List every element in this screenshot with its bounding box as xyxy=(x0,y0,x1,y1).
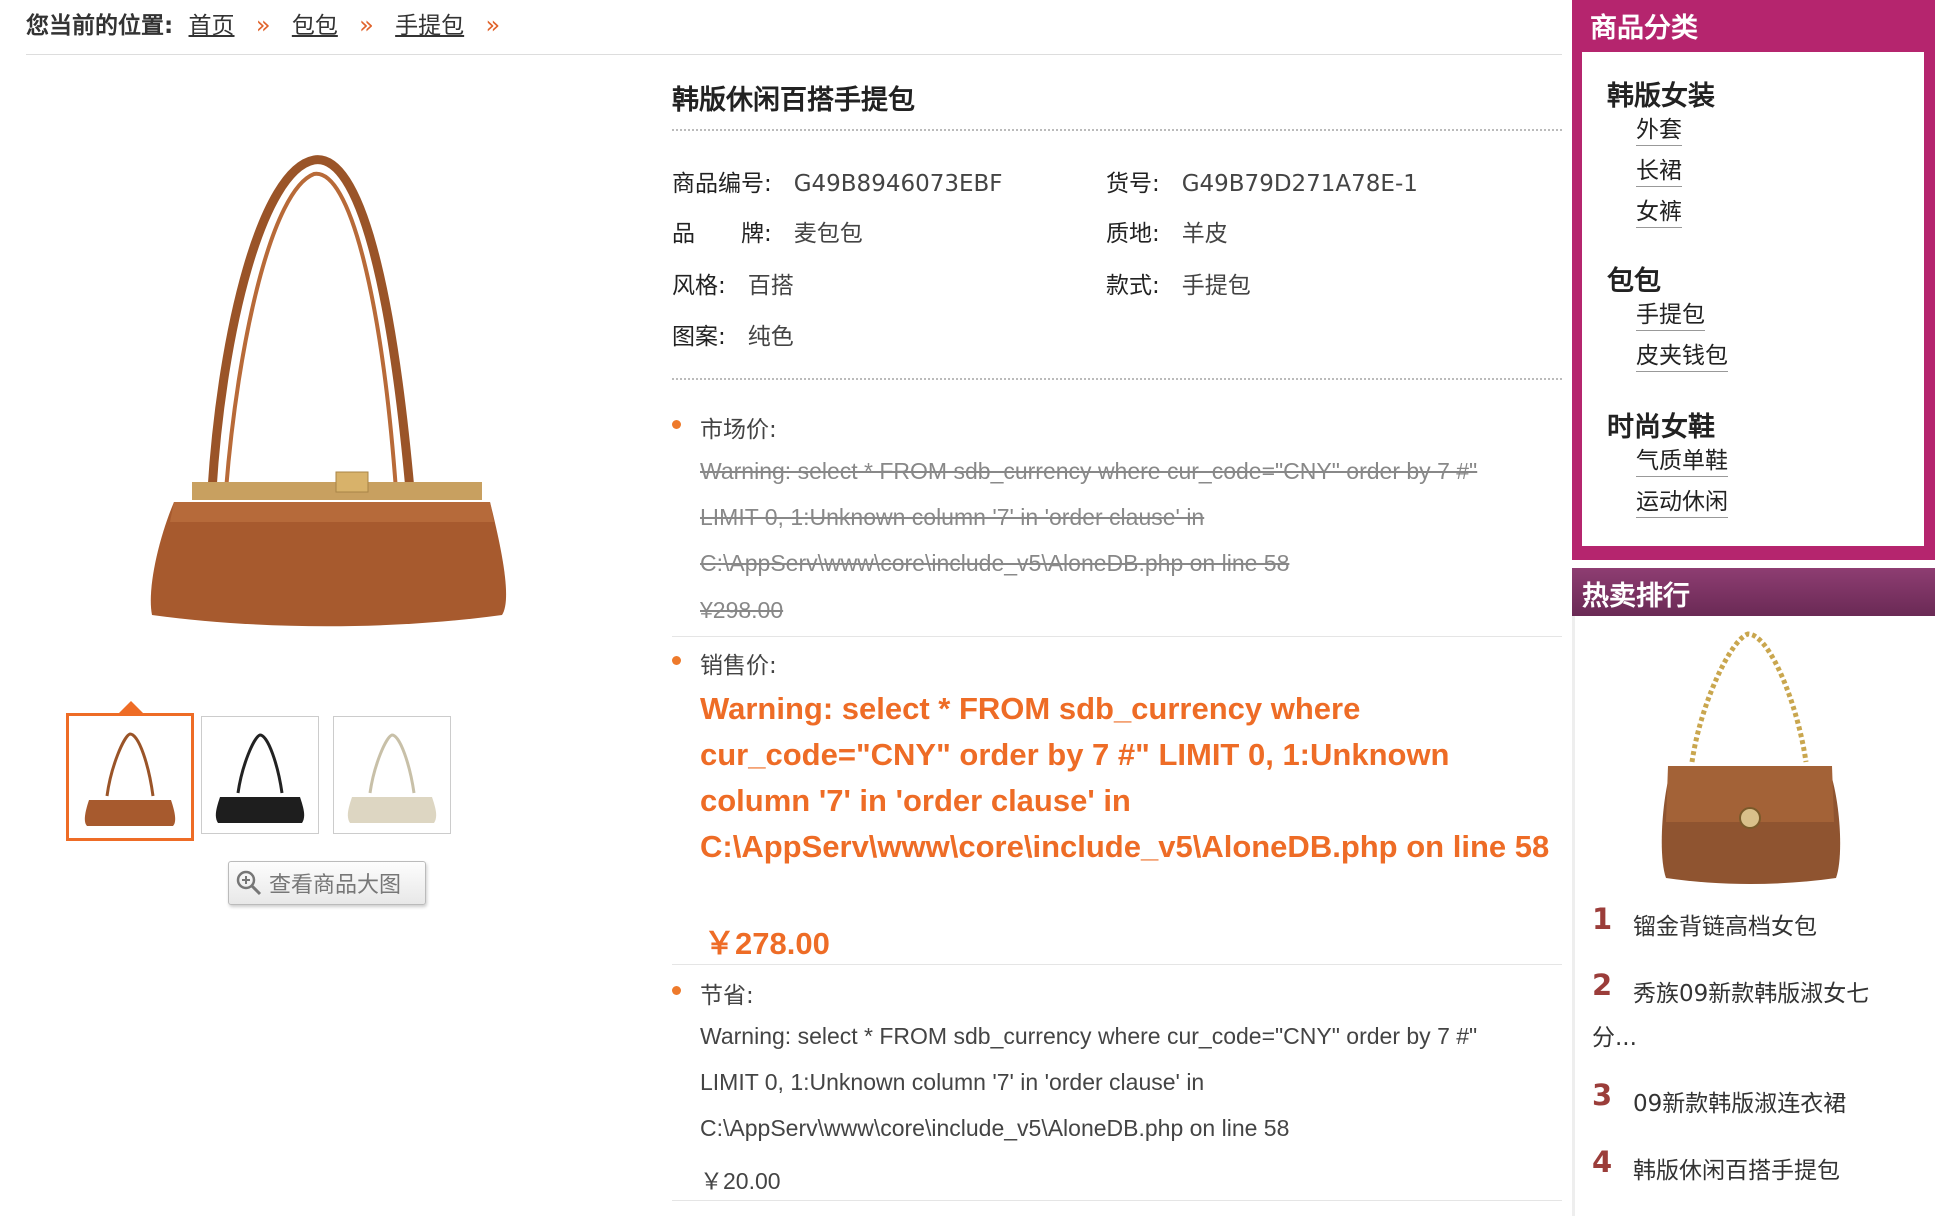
hot-rank-number: 1 xyxy=(1592,902,1613,936)
view-large-image-label: 查看商品大图 xyxy=(269,873,402,898)
category-item-coat[interactable]: 外套 xyxy=(1636,115,1682,146)
attr-label: 商品编号: xyxy=(672,171,772,197)
attr-label: 质地: xyxy=(1106,221,1160,247)
category-group-shoes[interactable]: 时尚女鞋 xyxy=(1607,405,1715,444)
breadcrumb-handbag-link[interactable]: 手提包 xyxy=(395,13,464,39)
savings-label: 节省: xyxy=(700,983,754,1009)
attr-sku: 货号: G49B79D271A78E-1 xyxy=(1106,164,1418,198)
sale-price-value: ￥278.00 xyxy=(704,926,830,961)
category-group-womens-clothing[interactable]: 韩版女装 xyxy=(1607,74,1715,113)
hot-rank-number: 4 xyxy=(1592,1145,1613,1179)
hot-rank-number: 2 xyxy=(1592,968,1613,1002)
breadcrumb-separator: » xyxy=(485,11,501,39)
sale-price-label: 销售价: xyxy=(700,653,777,679)
breadcrumb-separator: » xyxy=(359,11,374,39)
breadcrumb: 您当前的位置: 首页 » 包包 » 手提包 » xyxy=(26,6,506,40)
breadcrumb-home-link[interactable]: 首页 xyxy=(189,13,235,39)
breadcrumb-divider xyxy=(26,54,1562,55)
hot-item-link[interactable]: 镏金背链高档女包 xyxy=(1633,907,1817,941)
hot-item-link-cont[interactable]: 分... xyxy=(1592,1018,1637,1052)
price-divider xyxy=(672,636,1562,637)
attr-value: 羊皮 xyxy=(1181,221,1228,247)
warning-line: LIMIT 0, 1:Unknown column '7' in 'order … xyxy=(700,1069,1205,1095)
attr-value: 纯色 xyxy=(747,324,794,350)
price-divider xyxy=(672,1200,1562,1201)
market-price-label: 市场价: xyxy=(700,417,777,443)
attr-value: 手提包 xyxy=(1181,273,1251,299)
hot-item-image[interactable] xyxy=(1630,626,1870,890)
category-panel-title: 商品分类 xyxy=(1590,13,1698,44)
thumbnail-cream-image xyxy=(347,733,437,823)
attr-brand: 品 牌: 麦包包 xyxy=(672,214,863,248)
thumbnail-black-image xyxy=(215,733,305,823)
hot-sales-title: 热卖排行 xyxy=(1582,581,1690,612)
warning-line: C:\AppServ\www\core\include_v5\AloneDB.p… xyxy=(700,1115,1290,1141)
category-item-casual-shoes[interactable]: 运动休闲 xyxy=(1636,487,1728,518)
attr-value: G49B79D271A78E-1 xyxy=(1181,171,1418,197)
hot-rank-number: 3 xyxy=(1592,1078,1613,1112)
bullet-icon xyxy=(672,420,681,429)
hot-item-link[interactable]: 秀族09新款韩版淑女七 xyxy=(1633,974,1869,1008)
product-main-image[interactable] xyxy=(92,130,564,650)
warning-line: Warning: select * FROM sdb_currency wher… xyxy=(700,458,1478,484)
thumbnail-brown[interactable] xyxy=(66,713,194,841)
category-item-wallet[interactable]: 皮夹钱包 xyxy=(1636,341,1728,372)
category-group-bags[interactable]: 包包 xyxy=(1607,259,1661,298)
attr-product-no: 商品编号: G49B8946073EBF xyxy=(672,164,1003,198)
attr-label: 图案: xyxy=(672,324,726,350)
category-item-handbag[interactable]: 手提包 xyxy=(1636,300,1705,331)
thumbnail-black[interactable] xyxy=(201,716,319,834)
category-item-single-shoes[interactable]: 气质单鞋 xyxy=(1636,446,1728,477)
view-large-image-button[interactable]: 查看商品大图 xyxy=(228,861,426,905)
attr-label: 货号: xyxy=(1106,171,1160,197)
sale-price-warning: Warning: select * FROM sdb_currency wher… xyxy=(700,691,1550,864)
bullet-icon xyxy=(672,656,681,665)
market-price-value: ¥298.00 xyxy=(700,597,784,623)
thumbnail-brown-image xyxy=(84,732,176,826)
category-item-long-skirt[interactable]: 长裙 xyxy=(1636,156,1682,187)
price-divider xyxy=(672,964,1562,965)
title-divider xyxy=(672,129,1562,131)
attr-material: 质地: 羊皮 xyxy=(1106,214,1228,248)
attr-label: 风格: xyxy=(672,273,726,299)
attr-label: 款式: xyxy=(1106,273,1160,299)
warning-line: LIMIT 0, 1:Unknown column '7' in 'order … xyxy=(700,504,1205,530)
attrs-divider xyxy=(672,378,1562,380)
breadcrumb-bags-link[interactable]: 包包 xyxy=(292,13,338,39)
warning-line: C:\AppServ\www\core\include_v5\AloneDB.p… xyxy=(700,550,1290,576)
attr-value: 麦包包 xyxy=(793,221,863,247)
hot-item-link[interactable]: 韩版休闲百搭手提包 xyxy=(1633,1151,1840,1185)
attr-style: 风格: 百搭 xyxy=(672,266,794,300)
hot-item-link[interactable]: 09新款韩版淑连衣裙 xyxy=(1633,1084,1846,1118)
attr-label: 品 牌: xyxy=(672,221,772,247)
attr-value: 百搭 xyxy=(747,273,794,299)
breadcrumb-lead: 您当前的位置: xyxy=(26,13,174,39)
attr-pattern: 图案: 纯色 xyxy=(672,317,794,351)
category-list xyxy=(1582,52,1924,546)
attr-value: G49B8946073EBF xyxy=(793,171,1003,197)
breadcrumb-separator: » xyxy=(255,11,271,39)
warning-line: Warning: select * FROM sdb_currency wher… xyxy=(700,1023,1478,1049)
bullet-icon xyxy=(672,986,681,995)
category-item-trousers[interactable]: 女裤 xyxy=(1636,197,1682,228)
magnifier-plus-icon xyxy=(236,870,262,896)
savings-value: ￥20.00 xyxy=(700,1168,781,1194)
thumbnail-cream[interactable] xyxy=(333,716,451,834)
product-title: 韩版休闲百搭手提包 xyxy=(672,85,915,116)
attr-type: 款式: 手提包 xyxy=(1106,266,1251,300)
